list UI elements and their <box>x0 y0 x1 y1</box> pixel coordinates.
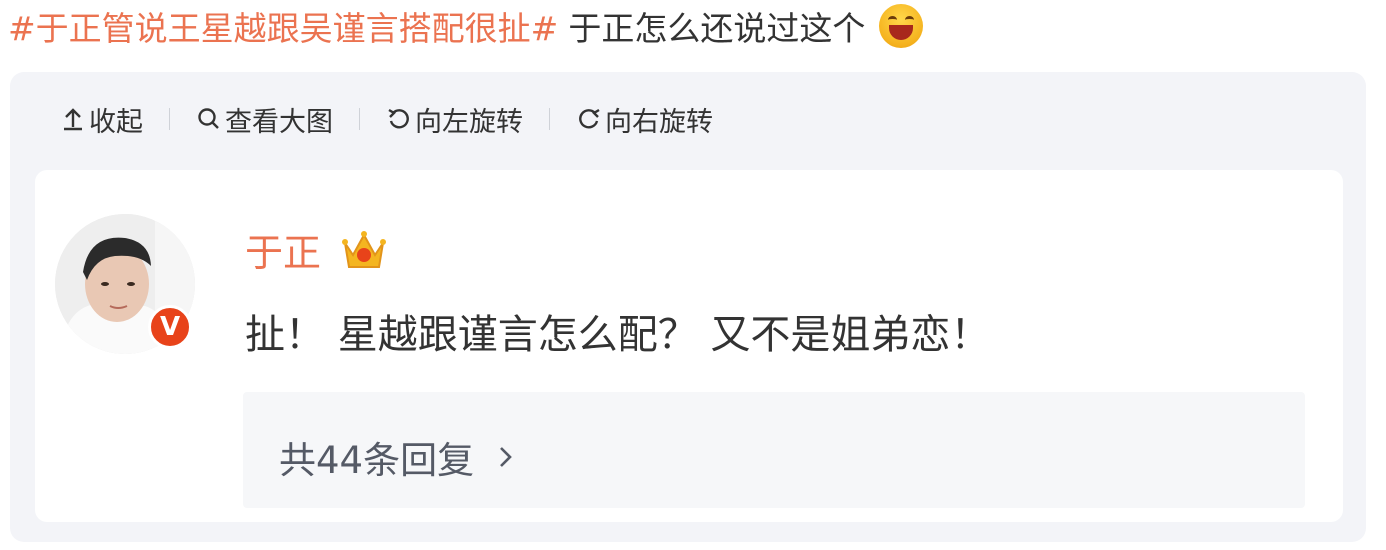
post-headline: #于正管说王星越跟吴谨言搭配很扯# 于正怎么还说过这个 <box>8 0 924 52</box>
comment-author-row: 于正 <box>245 222 389 277</box>
rotate-left-icon <box>388 108 409 129</box>
rotate-left-button[interactable]: 向左旋转 <box>386 100 523 139</box>
rotate-right-icon <box>579 108 600 129</box>
hashtag-link[interactable]: #于正管说王星越跟吴谨言搭配很扯# <box>8 2 558 50</box>
rotate-right-label: 向右旋转 <box>605 106 713 138</box>
toolbar-divider <box>169 108 170 130</box>
chevron-right-icon <box>500 447 512 467</box>
toolbar-divider <box>549 108 550 130</box>
rotate-left-label: 向左旋转 <box>415 106 523 138</box>
post-text: 于正怎么还说过这个 <box>568 9 866 48</box>
view-large-button[interactable]: 查看大图 <box>196 100 333 139</box>
username-link[interactable]: 于正 <box>245 222 321 277</box>
verified-badge-icon: V <box>148 305 192 349</box>
vip-crown-icon <box>342 230 387 268</box>
comment-screenshot: V 于正 扯！ 星越跟谨言怎么配？ 又不是姐弟恋！ 共44条回复 <box>35 170 1343 522</box>
image-toolbar: 收起 查看大图 向左旋转 向右旋转 <box>60 98 713 140</box>
comment-text: 扯！ 星越跟谨言怎么配？ 又不是姐弟恋！ <box>245 312 991 358</box>
page: #于正管说王星越跟吴谨言搭配很扯# 于正怎么还说过这个 收起 查看大图 向左旋转… <box>0 0 1386 550</box>
replies-box: 共44条回复 <box>243 392 1305 508</box>
collapse-up-icon <box>64 108 82 131</box>
collapse-label: 收起 <box>89 106 143 138</box>
search-icon <box>198 108 219 129</box>
collapse-button[interactable]: 收起 <box>60 100 143 139</box>
view-large-label: 查看大图 <box>225 106 333 138</box>
view-replies-link[interactable]: 共44条回复 <box>279 430 516 484</box>
laughing-emoji-icon <box>879 4 924 48</box>
toolbar-divider <box>359 108 360 130</box>
rotate-right-button[interactable]: 向右旋转 <box>576 100 713 139</box>
image-viewer-card: 收起 查看大图 向左旋转 向右旋转 V 于正 扯！ 星越跟谨言怎么配？ 又不是姐… <box>10 72 1366 542</box>
replies-count-label: 共44条回复 <box>279 439 475 482</box>
